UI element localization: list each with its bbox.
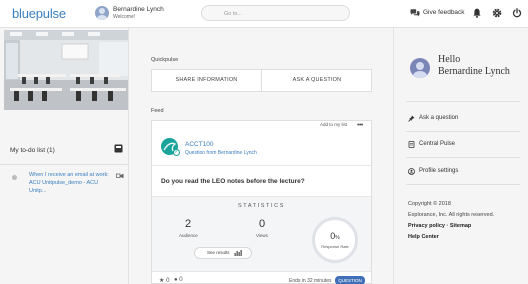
user-name[interactable]: Bernardine Lynch [113, 6, 164, 13]
give-feedback-link[interactable]: Give feedback [423, 9, 465, 16]
left-sidebar: My to-do list (1) When I receive an emai… [0, 28, 129, 284]
privacy-sitemap-link[interactable]: Privacy policy · Sitemap [408, 221, 524, 232]
quickpulse-label: Quickpulse [151, 57, 179, 63]
user-avatar[interactable] [95, 6, 109, 20]
feed-label: Feed [151, 108, 164, 114]
see-results-button[interactable]: See results [194, 247, 252, 259]
profile-name: Bernardine Lynch [438, 66, 510, 77]
right-sidebar: Hello Bernardine Lynch Ask a question Ce… [393, 28, 528, 284]
see-results-label: See results [207, 250, 230, 255]
star-count[interactable]: ★ 0 [159, 277, 169, 284]
percent-sign: % [335, 235, 340, 241]
ends-in-text: Ends in 32 minutes [289, 278, 332, 284]
comment-icon: ● [174, 277, 178, 283]
statistics-title: STATISTICS [238, 203, 285, 209]
ask-question-link[interactable]: Ask a question [419, 115, 458, 121]
document-icon [408, 141, 415, 148]
verified-check-icon: ✓ [173, 149, 180, 156]
audience-label: Audience [179, 233, 198, 238]
divider [152, 271, 371, 272]
response-rate-value: 0% [330, 231, 340, 241]
power-icon[interactable] [512, 8, 522, 18]
divider [406, 184, 520, 185]
divider [406, 131, 520, 132]
quickpulse-actions: SHARE INFORMATION ASK A QUESTION [151, 69, 372, 92]
user-circle-icon [408, 168, 415, 175]
views-label: Views [256, 233, 268, 238]
snooze-icon[interactable] [116, 173, 124, 179]
greeting: Hello [438, 54, 461, 65]
divider [0, 164, 129, 165]
bluepulse-logo[interactable]: bluepulse [12, 6, 66, 21]
central-pulse-link[interactable]: Central Pulse [419, 141, 455, 147]
divider [406, 101, 520, 102]
question-text: Do you read the LEO notes before the lec… [161, 178, 305, 185]
ask-question-button[interactable]: ASK A QUESTION [262, 70, 372, 91]
gear-icon[interactable] [492, 8, 502, 18]
todo-list-title: My to-do list (1) [10, 147, 55, 154]
copyright-text: Copyright © 2018 [408, 201, 451, 207]
statistics-panel: STATISTICS 2 Audience 0 Views See result… [152, 197, 371, 271]
course-code[interactable]: ACCT100 [185, 141, 214, 148]
response-rate-label: Response Rate [321, 244, 349, 249]
footer-info: Copyright © 2018 Explorance, Inc. All ri… [408, 199, 524, 243]
classroom-banner-image [4, 30, 128, 110]
response-rate-gauge: 0% Response Rate [312, 217, 358, 263]
add-to-list-link[interactable]: Add to my list [320, 122, 347, 127]
bar-chart-icon [234, 250, 242, 256]
comment-count[interactable]: ● 0 [174, 277, 183, 283]
question-badge: QUESTION [335, 276, 365, 284]
more-options-icon[interactable]: ••• [357, 122, 363, 129]
todo-item-link[interactable]: When I receive an email at work: ACU Uni… [29, 171, 111, 195]
divider [152, 165, 371, 166]
user-welcome: Welcome! [113, 14, 136, 20]
views-count: 0 [259, 218, 266, 230]
bell-icon[interactable] [473, 8, 481, 18]
pin-icon [408, 115, 415, 122]
top-bar: bluepulse Bernardine Lynch Welcome! Go t… [0, 0, 528, 28]
profile-settings-link[interactable]: Profile settings [419, 168, 458, 174]
feed-card: Add to my list ••• ✓ ACCT100 Question fr… [151, 120, 372, 284]
divider [406, 157, 520, 158]
question-author[interactable]: Question from Bernardine Lynch [185, 150, 257, 156]
inbox-icon[interactable] [114, 144, 123, 153]
chat-bubbles-icon[interactable] [410, 9, 420, 17]
todo-status-dot [12, 175, 17, 180]
audience-count: 2 [185, 218, 192, 230]
share-information-button[interactable]: SHARE INFORMATION [152, 70, 262, 91]
profile-avatar[interactable] [410, 58, 430, 78]
star-icon: ★ [159, 278, 165, 284]
help-center-link[interactable]: Help Center [408, 232, 524, 243]
search-input[interactable]: Go to... [201, 5, 350, 21]
company-text: Explorance, Inc. All rights reserved. [408, 212, 495, 218]
